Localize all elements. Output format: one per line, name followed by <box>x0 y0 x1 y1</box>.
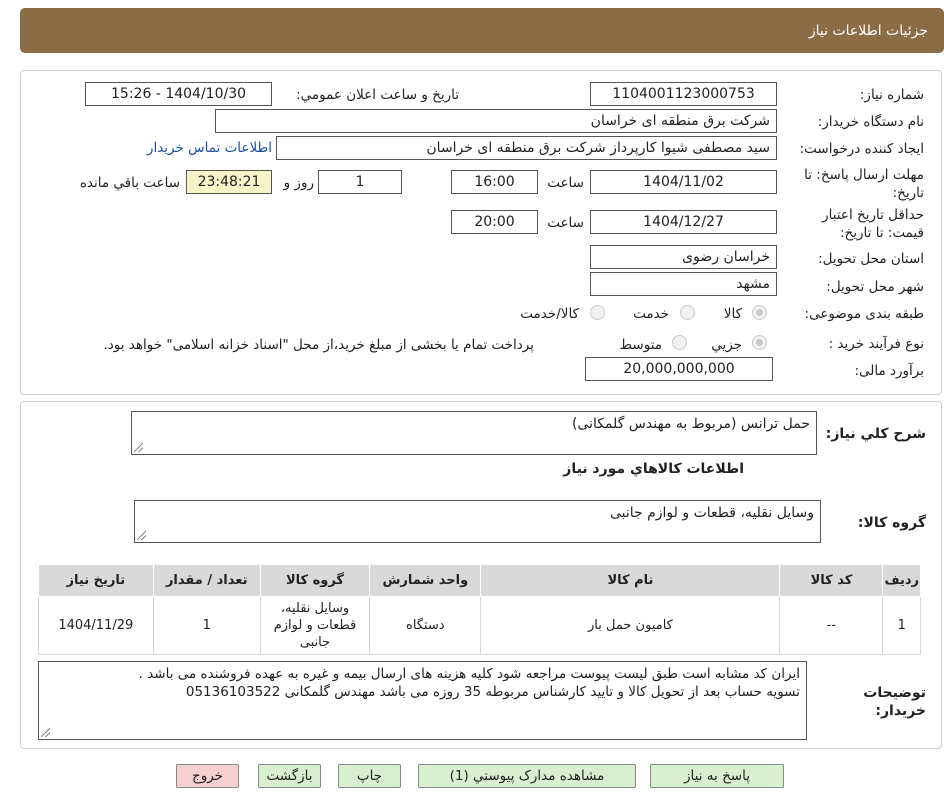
page-header: جزئیات اطلاعات نیاز <box>20 8 944 53</box>
process-radio-medium[interactable] <box>672 335 687 350</box>
deadline-time-label: ساعت <box>547 175 584 191</box>
table-header-row: رديف کد کالا نام کالا واحد شمارش گروه کا… <box>38 564 921 597</box>
need-number-field: 1104001123000753 <box>590 82 777 106</box>
buyer-notes-label: توضيحات خريدار: <box>863 685 926 719</box>
buyer-contact-link[interactable]: اطلاعات تماس خریدار <box>147 140 272 156</box>
need-number-label: شماره نیاز: <box>859 87 924 103</box>
col-unit: واحد شمارش <box>369 564 482 597</box>
announce-label: تاریخ و ساعت اعلان عمومي: <box>296 87 459 103</box>
category-radio-service[interactable] <box>680 305 695 320</box>
exit-button[interactable]: خروج <box>176 764 239 788</box>
goods-group-textarea[interactable]: وسایل نقلیه، قطعات و لوازم جانبی <box>134 500 821 543</box>
attachments-button[interactable]: مشاهده مدارک پيوستي (1) <box>418 764 636 788</box>
validity-time-field: 20:00 <box>451 210 538 234</box>
col-name: نام کالا <box>480 564 781 597</box>
print-button[interactable]: چاپ <box>338 764 401 788</box>
category-label: طبقه بندی موضوعی: <box>804 306 924 322</box>
cell-date: 1404/11/29 <box>38 596 154 655</box>
buyer-notes-textarea[interactable]: ایران کد مشابه است طبق لیست پیوست مراجعه… <box>38 661 807 740</box>
back-button[interactable]: بازگشت <box>258 764 321 788</box>
cell-code: -- <box>779 596 884 655</box>
deadline-time-field: 16:00 <box>451 170 538 194</box>
validity-date-field: 1404/12/27 <box>590 210 777 234</box>
buyer-org-field: شرکت برق منطقه ای خراسان <box>215 109 777 133</box>
remaining-time-field: 23:48:21 <box>186 170 272 194</box>
category-radio-goods[interactable] <box>752 305 767 320</box>
resize-handle-icon[interactable] <box>41 728 50 737</box>
days-field: 1 <box>318 170 402 194</box>
deadline-label: مهلت ارسال پاسخ: تا تاریخ: <box>804 167 924 201</box>
announce-field: 1404/10/30 - 15:26 <box>85 82 272 106</box>
process-minor-label: جزيي <box>711 337 742 353</box>
city-field: مشهد <box>590 272 777 296</box>
category-service-label: خدمت <box>633 306 669 322</box>
col-row: رديف <box>882 564 921 597</box>
table-row: 1 -- کامیون حمل بار دستگاه وسایل نقلیه، … <box>38 596 921 655</box>
process-label: نوع فرآيند خريد : <box>828 336 924 352</box>
buyer-notes-line-2: تسویه حساب بعد از تحویل کالا و تایید کار… <box>185 684 800 700</box>
goods-table: رديف کد کالا نام کالا واحد شمارش گروه کا… <box>38 564 921 655</box>
cell-name: کامیون حمل بار <box>480 596 781 655</box>
province-label: استان محل تحويل: <box>818 251 924 267</box>
budget-label: برآورد مالی: <box>854 363 924 379</box>
summary-textarea[interactable]: حمل ترانس (مربوط به مهندس گلمکانی) <box>131 411 817 455</box>
province-field: خراسان رضوی <box>590 245 777 269</box>
category-radio-goods-service[interactable] <box>590 305 605 320</box>
col-code: کد کالا <box>779 564 884 597</box>
budget-field: 20,000,000,000 <box>585 357 773 381</box>
summary-text: حمل ترانس (مربوط به مهندس گلمکانی) <box>571 416 810 432</box>
category-goods-service-label: کالا/خدمت <box>520 306 579 322</box>
remaining-label: ساعت باقي مانده <box>79 175 180 191</box>
goods-group-text: وسایل نقلیه، قطعات و لوازم جانبی <box>609 505 814 521</box>
process-radio-minor[interactable] <box>752 335 767 350</box>
deadline-date-field: 1404/11/02 <box>590 170 777 194</box>
process-note: پرداخت تمام یا بخشی از مبلغ خرید،از محل … <box>103 337 534 353</box>
validity-time-label: ساعت <box>547 215 584 231</box>
cell-unit: دستگاه <box>369 596 482 655</box>
process-medium-label: متوسط <box>619 337 662 353</box>
resize-handle-icon[interactable] <box>134 443 143 452</box>
cell-group: وسایل نقلیه، قطعات و لوازم جانبی <box>259 596 371 655</box>
validity-label: حداقل تاريخ اعتبار قيمت: تا تاريخ: <box>822 207 924 241</box>
requester-label: ايجاد کننده درخواست: <box>799 141 924 157</box>
city-label: شهر محل تحويل: <box>826 279 924 295</box>
requester-field: سید مصطفی شیوا کارپرداز شرکت برق منطقه ا… <box>276 136 777 160</box>
cell-qty: 1 <box>152 596 261 655</box>
days-label: روز و <box>283 175 314 191</box>
goods-section-title: اطلاعات کالاهاي مورد نياز <box>563 461 744 477</box>
buyer-org-label: نام دستگاه خريدار: <box>817 114 924 130</box>
goods-group-label: گروه کالا: <box>857 515 926 531</box>
summary-title: شرح كلي نياز: <box>825 426 926 442</box>
col-date: تاريخ نياز <box>38 564 154 597</box>
cell-row: 1 <box>882 596 921 655</box>
resize-handle-icon[interactable] <box>137 531 146 540</box>
col-qty: تعداد / مقدار <box>152 564 261 597</box>
buyer-notes-line-1: ایران کد مشابه است طبق لیست پیوست مراجعه… <box>138 666 800 682</box>
page-title: جزئیات اطلاعات نیاز <box>808 23 928 39</box>
category-goods-label: کالا <box>723 306 742 322</box>
respond-button[interactable]: پاسخ به نياز <box>650 764 784 788</box>
col-group: گروه کالا <box>259 564 371 597</box>
